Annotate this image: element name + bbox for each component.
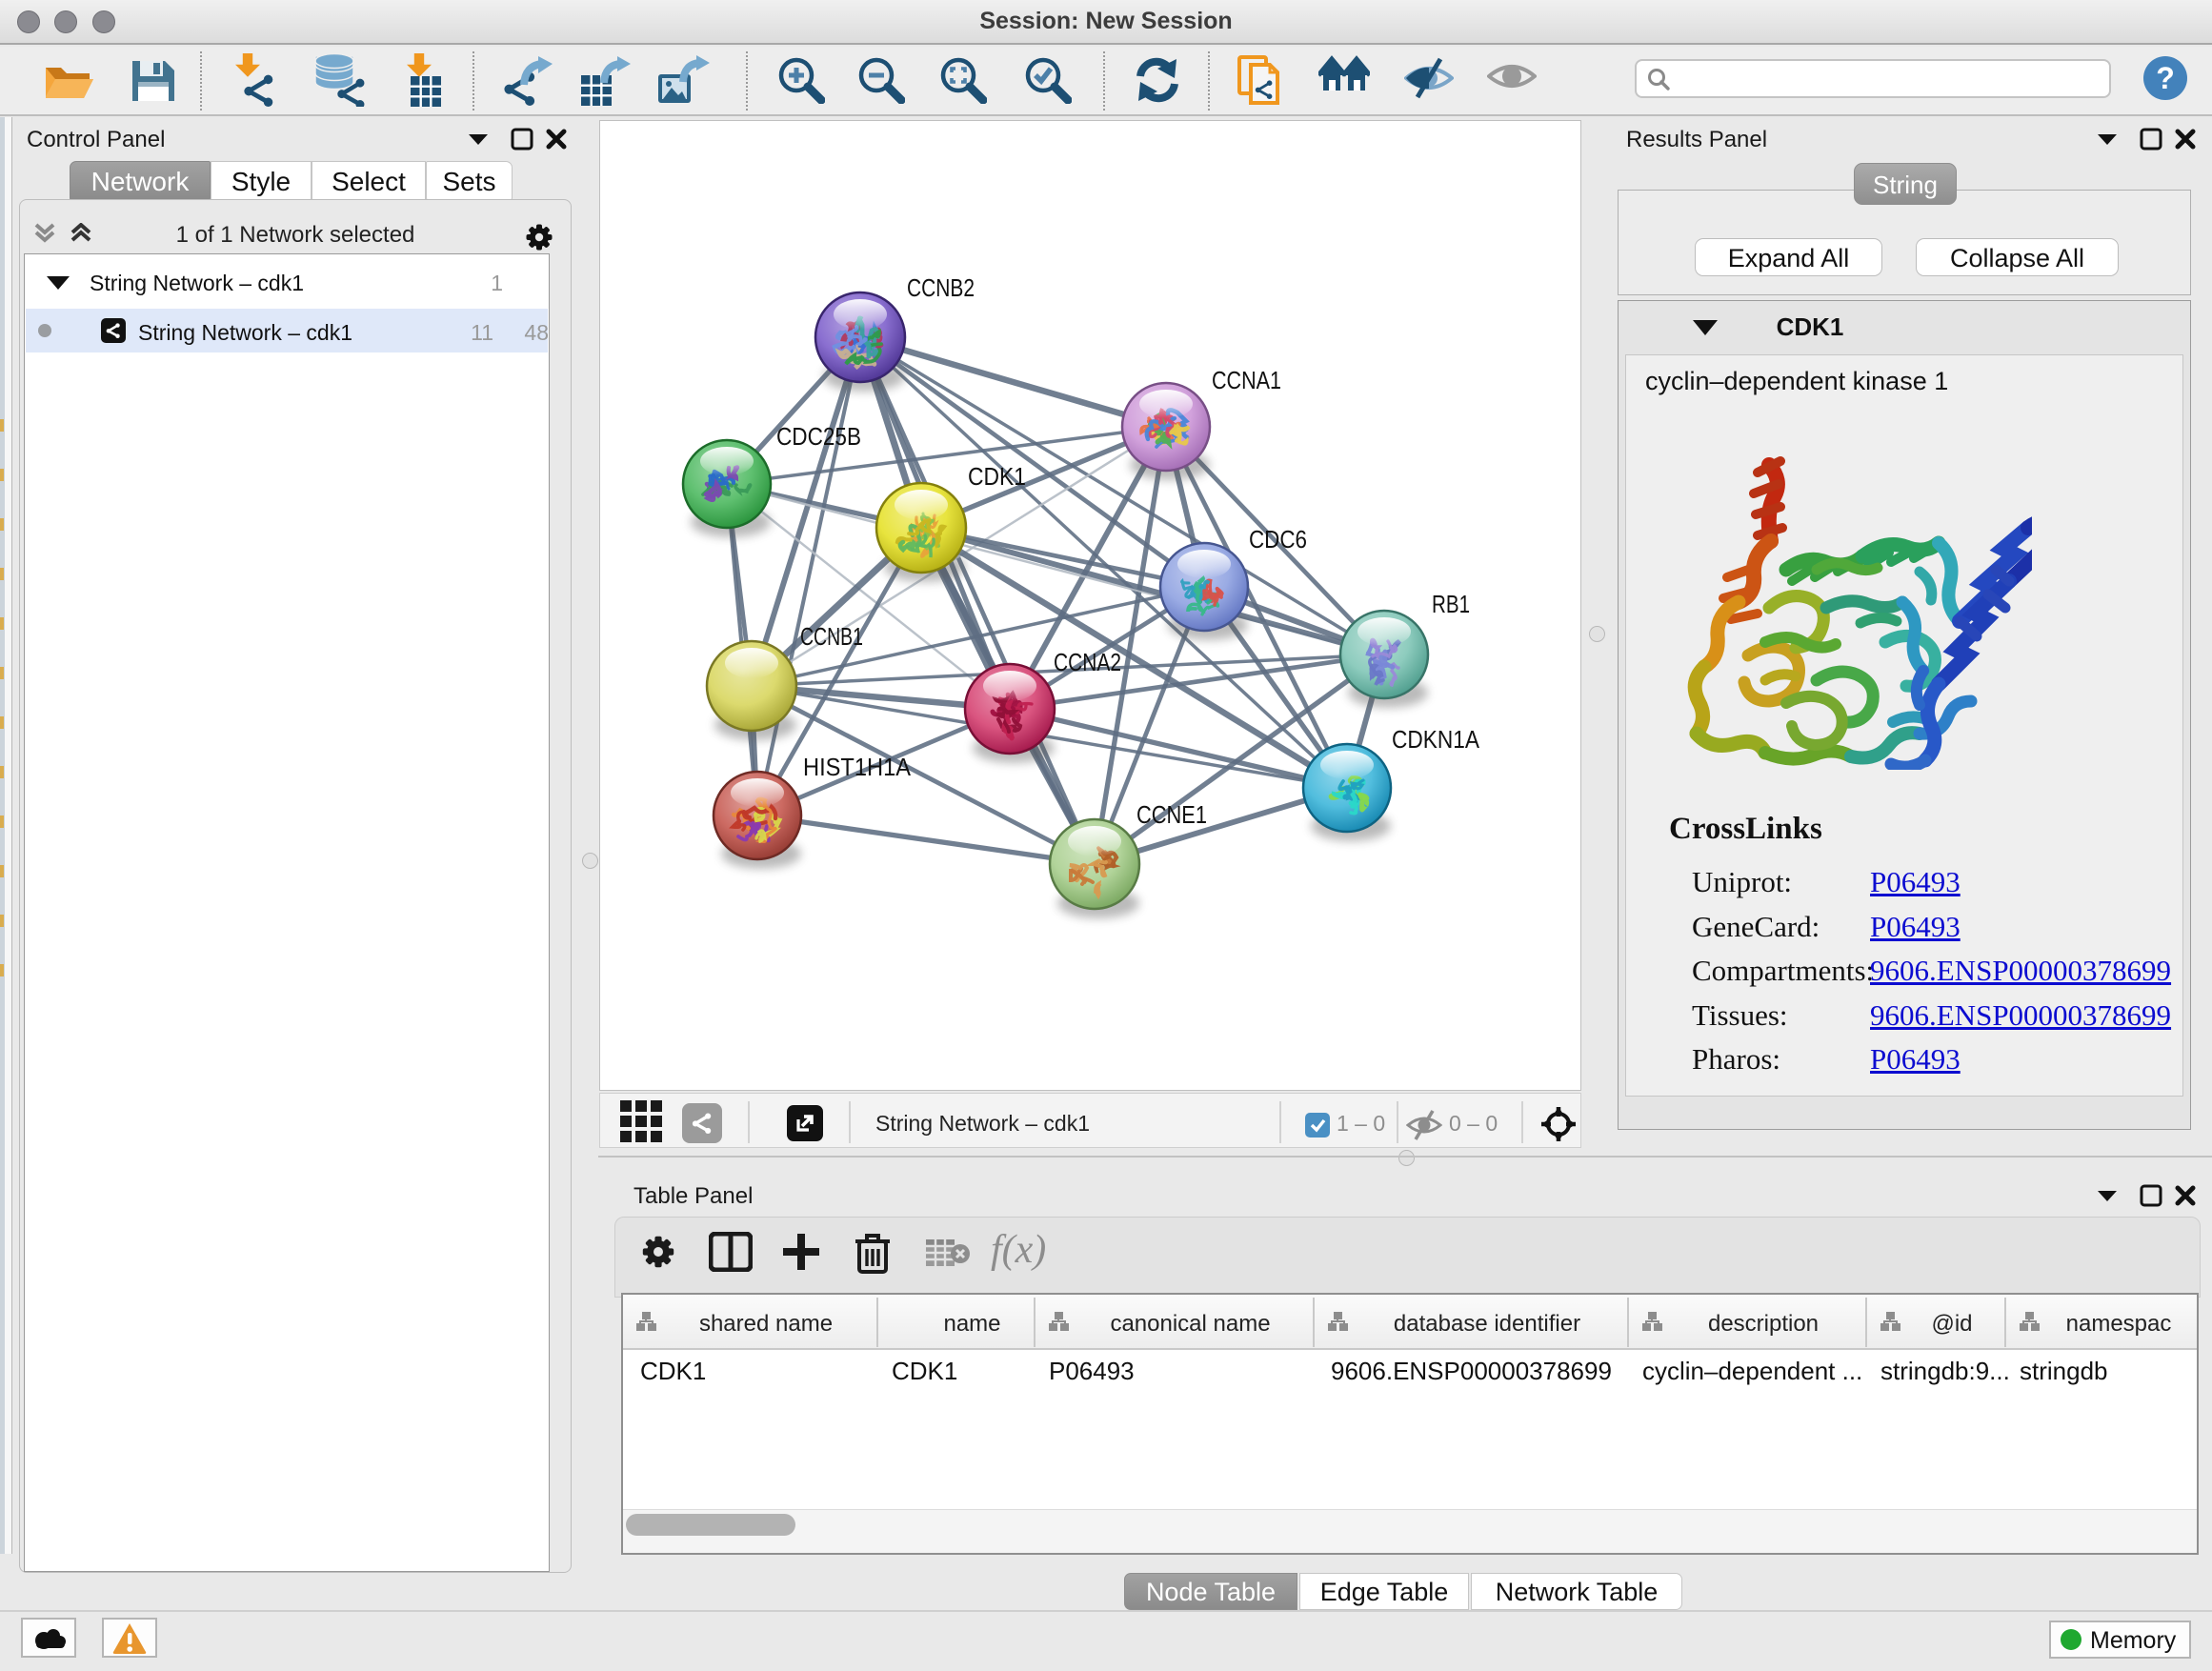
svg-text:CDK1: CDK1	[968, 462, 1026, 491]
svg-text:CCNE1: CCNE1	[1136, 800, 1207, 829]
svg-text:HIST1H1A: HIST1H1A	[803, 753, 912, 781]
svg-text:CCNA1: CCNA1	[1212, 366, 1281, 394]
svg-text:RB1: RB1	[1432, 590, 1470, 618]
svg-text:CCNB1: CCNB1	[800, 622, 863, 651]
svg-text:CCNB2: CCNB2	[907, 273, 975, 302]
svg-text:CDKN1A: CDKN1A	[1392, 725, 1480, 754]
svg-text:CDC6: CDC6	[1249, 525, 1307, 554]
svg-text:CDC25B: CDC25B	[776, 422, 861, 451]
svg-text:CCNA2: CCNA2	[1054, 648, 1121, 676]
